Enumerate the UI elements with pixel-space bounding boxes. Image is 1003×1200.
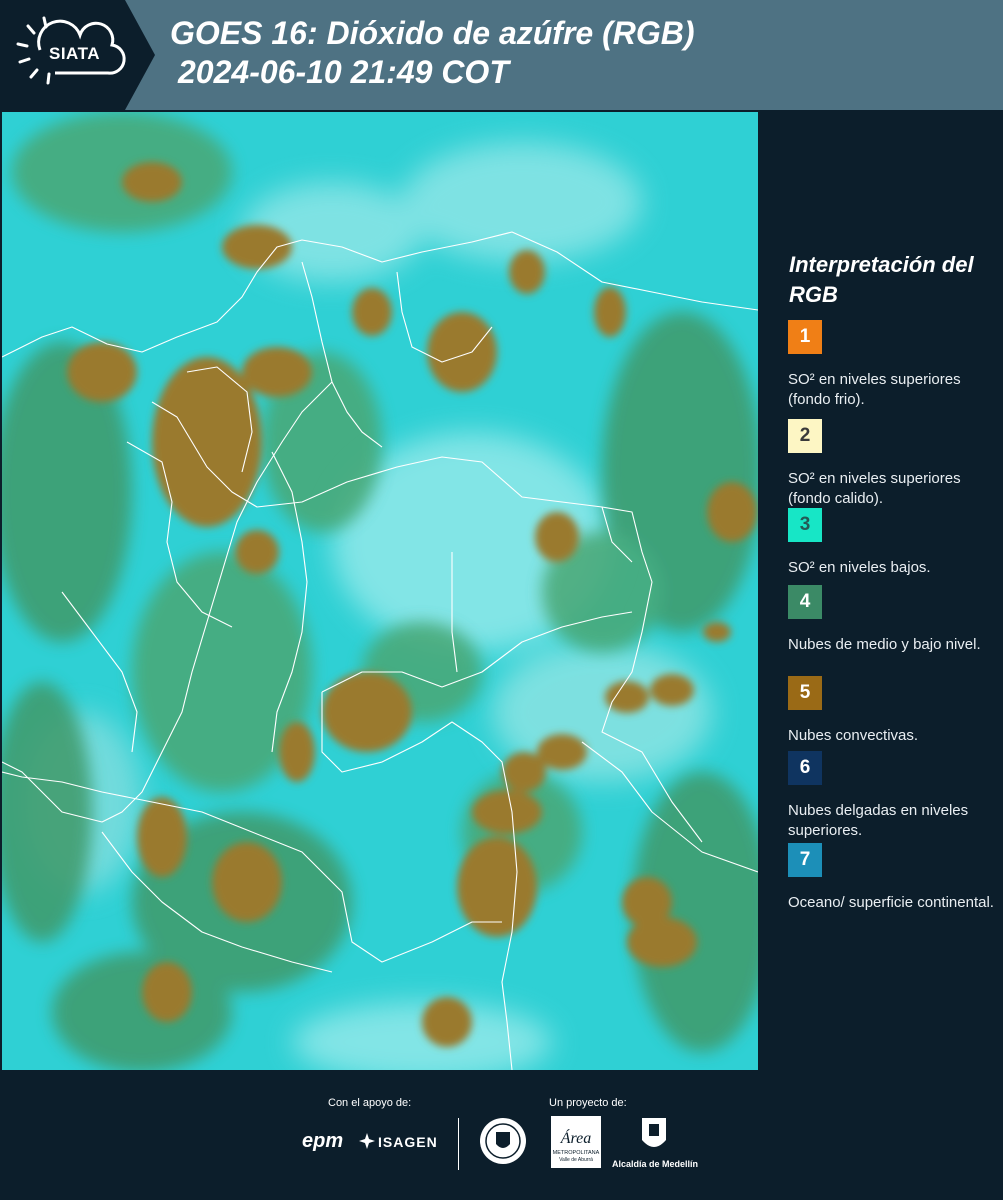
siata-logo[interactable]: SIATA: [0, 0, 155, 110]
project-label: Un proyecto de:: [549, 1097, 627, 1109]
footer: Con el apoyo de: Un proyecto de: epm ISA…: [0, 1070, 1003, 1200]
legend-swatch-3: 3: [788, 508, 822, 542]
legend-swatch-7: 7: [788, 843, 822, 877]
footer-divider: [458, 1118, 459, 1170]
legend-swatch-6: 6: [788, 751, 822, 785]
legend-label-4: Nubes de medio y bajo nivel.: [788, 636, 981, 653]
legend-swatch-5: 5: [788, 676, 822, 710]
legend-item-5: 5 Nubes convectivas.: [788, 676, 998, 746]
legend-swatch-1: 1: [788, 320, 822, 354]
legend-label-2: SO² en niveles superiores (fondo calido)…: [788, 470, 961, 507]
legend-title: Interpretación del RGB: [789, 252, 974, 307]
siata-logo-text: SIATA: [49, 44, 100, 63]
legend-label-6: Nubes delgadas en niveles superiores.: [788, 802, 969, 839]
alcaldia-text: Alcaldía de Medellín: [612, 1159, 699, 1169]
legend-item-3: 3 SO² en niveles bajos.: [788, 508, 998, 578]
isagen-mark-icon: [359, 1133, 375, 1149]
legend-item-2: 2 SO² en niveles superiores (fondo calid…: [788, 419, 998, 509]
area-logo-region: Valle de Aburrá: [559, 1157, 593, 1163]
legend-item-4: 4 Nubes de medio y bajo nivel.: [788, 585, 998, 655]
legend-swatch-2: 2: [788, 419, 822, 453]
legend-swatch-4: 4: [788, 585, 822, 619]
alcaldia-shield-icon[interactable]: [640, 1116, 668, 1154]
satellite-map[interactable]: [2, 112, 758, 1070]
area-logo-subtitle: METROPOLITANA: [553, 1150, 600, 1156]
page-title: GOES 16: Dióxido de azúfre (RGB): [170, 15, 695, 51]
epm-logo[interactable]: epm: [302, 1130, 343, 1153]
legend-panel: Interpretación del RGB 1 SO² en niveles …: [762, 112, 1003, 1070]
legend-item-1: 1 SO² en niveles superiores (fondo frio)…: [788, 320, 998, 410]
legend-label-1: SO² en niveles superiores (fondo frio).: [788, 371, 961, 408]
legend-item-7: 7 Oceano/ superficie continental.: [788, 843, 998, 913]
area-logo-title: Área: [560, 1128, 592, 1147]
header-bar: SIATA GOES 16: Dióxido de azúfre (RGB) 2…: [0, 0, 1003, 110]
medellin-seal-icon[interactable]: [478, 1116, 528, 1166]
isagen-logo[interactable]: ISAGEN: [378, 1134, 438, 1150]
legend-label-5: Nubes convectivas.: [788, 727, 919, 744]
legend-label-3: SO² en niveles bajos.: [788, 559, 931, 576]
support-label: Con el apoyo de:: [328, 1097, 412, 1109]
area-metropolitana-logo[interactable]: Área METROPOLITANA Valle de Aburrá: [551, 1116, 601, 1168]
legend-item-6: 6 Nubes delgadas en niveles superiores.: [788, 751, 998, 841]
page-timestamp: 2024-06-10 21:49 COT: [178, 54, 509, 90]
legend-label-7: Oceano/ superficie continental.: [788, 894, 994, 911]
